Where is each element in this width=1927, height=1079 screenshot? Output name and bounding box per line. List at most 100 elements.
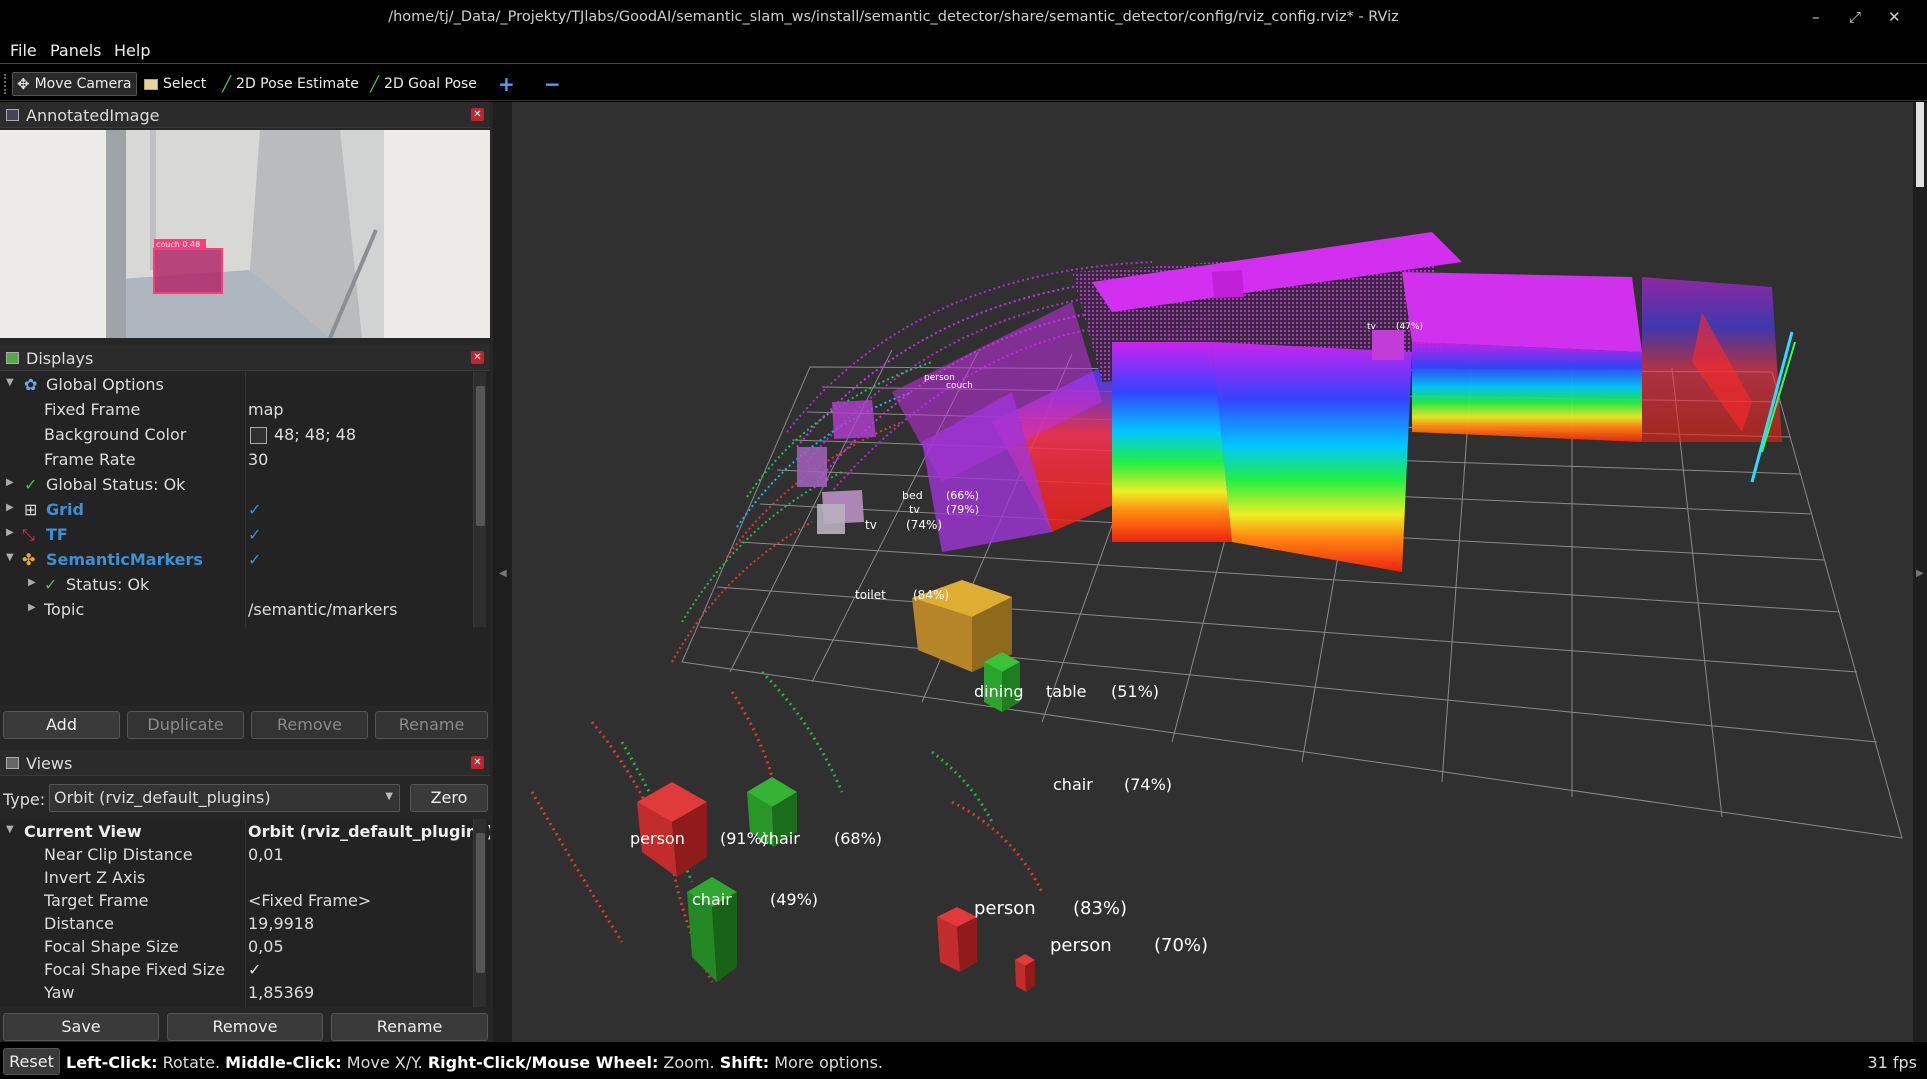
view-prop-value[interactable]: 1,85369 [248,983,314,1002]
view-prop-value[interactable]: 19,9918 [248,914,314,933]
collapse-right-icon[interactable]: ▶ [1916,568,1924,579]
tree-row-topic[interactable]: ▶ Topic /semantic/markers [0,597,472,622]
views-scrollbar[interactable] [473,819,486,1007]
expand-arrow-icon[interactable]: ▼ [6,552,14,563]
zero-button[interactable]: Zero [410,784,488,812]
remove-view-button[interactable]: Remove [167,1013,323,1041]
scene-label-person3: person [1050,935,1112,956]
scene-label-tv3-pct: (47%) [1396,322,1424,332]
background-color-value[interactable]: 48; 48; 48 [274,425,356,444]
help-message: Left-Click: Rotate. Middle-Click: Move X… [66,1053,883,1072]
scene-label-bed-pct: (66%) [946,489,980,502]
collapsed-arrow-icon[interactable]: ▶ [6,527,14,538]
render-viewport[interactable]: dining table (51%) chair (74%) person (9… [512,102,1913,1042]
collapsed-arrow-icon[interactable]: ▶ [28,577,36,588]
view-prop-value[interactable]: ✓ [248,960,261,979]
global-options-label: Global Options [46,375,164,394]
tree-row-grid[interactable]: ▶ ⊞ Grid ✓ [0,497,472,522]
view-prop-row[interactable]: Distance 19,9918 [0,911,472,934]
move-camera-tool[interactable]: ✥ Move Camera [12,72,137,96]
view-prop-row[interactable]: Invert Z Axis [0,865,472,888]
view-type-value: Orbit (rviz_default_plugins) [54,788,271,807]
minimize-button[interactable]: – [1812,8,1820,26]
view-type-select[interactable]: Orbit (rviz_default_plugins) ▼ [49,784,400,812]
collapsed-arrow-icon[interactable]: ▶ [6,477,14,488]
tree-row-tf[interactable]: ▶ ⤡ TF ✓ [0,522,472,547]
tree-row-current-view[interactable]: ▼ Current View Orbit (rviz_default_plugi… [0,819,490,842]
save-view-button[interactable]: Save [3,1013,159,1041]
menu-help[interactable]: Help [114,41,150,60]
add-display-button[interactable]: Add [3,711,120,739]
topic-value[interactable]: /semantic/markers [248,600,397,619]
view-prop-row[interactable]: Near Clip Distance 0,01 [0,842,472,865]
scene-label-tv2: tv [865,518,877,532]
remove-tool-button[interactable]: − [540,72,565,96]
scene-label-person1: person [630,829,685,848]
rename-display-button[interactable]: Rename [375,711,488,739]
viewport-scroll-thumb[interactable] [1916,102,1924,187]
window-title: /home/tj/_Data/_Projekty/TJlabs/GoodAI/s… [388,9,1399,25]
frame-rate-value[interactable]: 30 [248,450,268,469]
scene-label-tv1-pct: (79%) [946,503,980,516]
rename-view-button[interactable]: Rename [331,1013,488,1041]
collapsed-arrow-icon[interactable]: ▶ [6,502,14,513]
pose-estimate-tool[interactable]: ╱ 2D Pose Estimate [218,72,363,96]
tf-enabled-checkbox[interactable]: ✓ [248,525,261,544]
maximize-button[interactable]: ⤢ [1849,8,1861,26]
menubar: File Panels Help [0,36,1927,64]
reset-button[interactable]: Reset [3,1048,60,1075]
view-prop-row[interactable]: Focal Shape Fixed Size ✓ [0,957,472,980]
view-prop-row[interactable]: Focal Shape Size 0,05 [0,934,472,957]
remove-display-button[interactable]: Remove [251,711,368,739]
markers-status-label: Status: Ok [66,575,150,594]
dock-splitter[interactable]: ◀ [493,102,512,1042]
tree-row-background-color[interactable]: Background Color 48; 48; 48 [0,422,472,447]
goal-pose-tool[interactable]: ╱ 2D Goal Pose [366,72,481,96]
tree-row-markers-status[interactable]: ▶ ✓ Status: Ok [0,572,472,597]
duplicate-display-button[interactable]: Duplicate [127,711,244,739]
left-dock: AnnotatedImage ✕ couch 0.48 Displays ✕ ▼… [0,102,493,1042]
tree-row-frame-rate[interactable]: Frame Rate 30 [0,447,472,472]
collapse-left-icon[interactable]: ◀ [499,568,507,579]
select-label: Select [163,76,207,92]
toolbar-grip[interactable] [4,74,8,94]
view-prop-value[interactable]: <Fixed Frame> [248,891,371,910]
tree-row-fixed-frame[interactable]: Fixed Frame map [0,397,472,422]
expand-arrow-icon[interactable]: ▼ [6,824,14,835]
view-prop-label: Invert Z Axis [44,868,146,887]
tree-row-global-options[interactable]: ▼ ✿ Global Options [0,372,472,397]
add-tool-button[interactable]: + [494,72,519,96]
fixed-frame-value[interactable]: map [248,400,284,419]
close-panel-icon[interactable]: ✕ [471,756,484,769]
annotated-image-header: AnnotatedImage ✕ [0,102,490,128]
collapsed-arrow-icon[interactable]: ▶ [28,602,36,613]
scene-label-chair2: chair [760,829,800,848]
displays-scrollbar[interactable] [473,372,486,627]
markers-enabled-checkbox[interactable]: ✓ [248,550,261,569]
view-prop-value[interactable]: 0,01 [248,845,284,864]
right-dock-edge[interactable]: ▶ [1913,102,1927,1042]
pose-arrow-icon: ╱ [222,75,232,93]
close-panel-icon[interactable]: ✕ [471,108,484,121]
menu-file[interactable]: File [10,41,37,60]
view-prop-value[interactable]: 0,05 [248,937,284,956]
detection-label: couch 0.48 [156,240,200,249]
scene-label-bed: bed [902,489,923,502]
scene-label-tv3: tv [1367,322,1376,332]
grid-enabled-checkbox[interactable]: ✓ [248,500,261,519]
hint-key: Right-Click/Mouse Wheel: [427,1053,659,1072]
color-swatch-icon[interactable] [250,427,267,444]
tree-row-global-status[interactable]: ▶ ✓ Global Status: Ok [0,472,472,497]
view-prop-row[interactable]: Target Frame <Fixed Frame> [0,888,472,911]
view-prop-row[interactable]: Yaw 1,85369 [0,980,472,1003]
scrollbar-thumb[interactable] [476,386,485,526]
scrollbar-thumb[interactable] [476,833,485,973]
expand-arrow-icon[interactable]: ▼ [6,377,14,388]
select-tool[interactable]: Select [140,72,210,96]
view-type-label: Type: [3,790,46,809]
menu-panels[interactable]: Panels [50,41,102,60]
scene-label-table-pct: (51%) [1111,682,1160,701]
close-panel-icon[interactable]: ✕ [471,351,484,364]
tree-row-semantic-markers[interactable]: ▼ ✤ SemanticMarkers ✓ [0,547,472,572]
close-window-button[interactable]: ✕ [1888,8,1901,26]
